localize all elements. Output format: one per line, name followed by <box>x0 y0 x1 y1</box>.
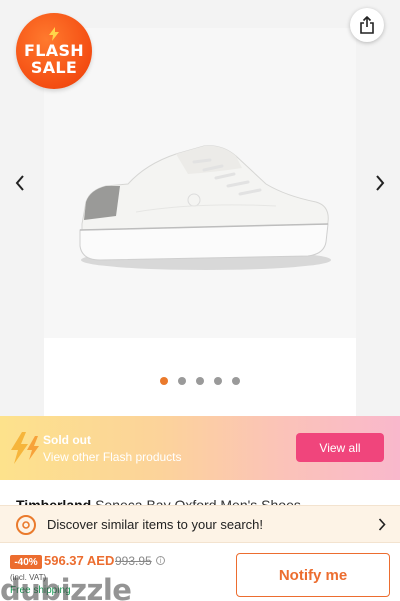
sneaker-image <box>79 145 331 270</box>
flash-sale-badge: FLASH SALE <box>16 13 92 89</box>
image-gallery[interactable]: FLASH SALE <box>0 0 400 416</box>
gallery-dot[interactable] <box>160 377 168 385</box>
gallery-dot[interactable] <box>232 377 240 385</box>
photo-background <box>44 28 356 338</box>
previous-image-button[interactable] <box>8 170 32 196</box>
view-other-flash-link[interactable]: View other Flash products <box>43 450 182 464</box>
chevron-right-icon <box>376 175 385 191</box>
share-button[interactable] <box>350 8 384 42</box>
gallery-dot[interactable] <box>214 377 222 385</box>
flash-badge-line2: SALE <box>30 57 78 77</box>
notify-me-button[interactable]: Notify me <box>236 553 390 597</box>
current-price: 596.37 AED <box>44 553 115 568</box>
gallery-dot[interactable] <box>178 377 186 385</box>
next-image-button[interactable] <box>368 170 392 196</box>
product-photo[interactable] <box>44 28 356 416</box>
view-all-button[interactable]: View all <box>296 433 384 462</box>
flash-sold-out-banner: Sold out View other Flash products View … <box>0 416 400 480</box>
discount-badge: -40% <box>10 555 42 569</box>
chevron-right-small-icon <box>378 518 386 531</box>
info-icon[interactable]: i <box>156 556 165 565</box>
purchase-bar: -40% 596.37 AED 993.95 i (incl. VAT) Fre… <box>0 543 400 601</box>
flash-badge-line1: FLASH <box>24 40 84 60</box>
discover-icon <box>16 515 36 535</box>
dubizzle-watermark: dubizzle <box>0 573 132 601</box>
chevron-left-icon <box>15 175 24 191</box>
gallery-dot[interactable] <box>196 377 204 385</box>
share-icon <box>360 16 374 34</box>
original-price: 993.95 <box>115 554 152 568</box>
gallery-pagination <box>160 377 240 385</box>
sold-out-label: Sold out <box>43 433 91 447</box>
discover-similar-bar[interactable]: Discover similar items to your search! <box>0 505 400 543</box>
discover-label: Discover similar items to your search! <box>47 517 263 532</box>
lightning-icon <box>11 432 39 464</box>
bolt-icon <box>49 26 59 41</box>
